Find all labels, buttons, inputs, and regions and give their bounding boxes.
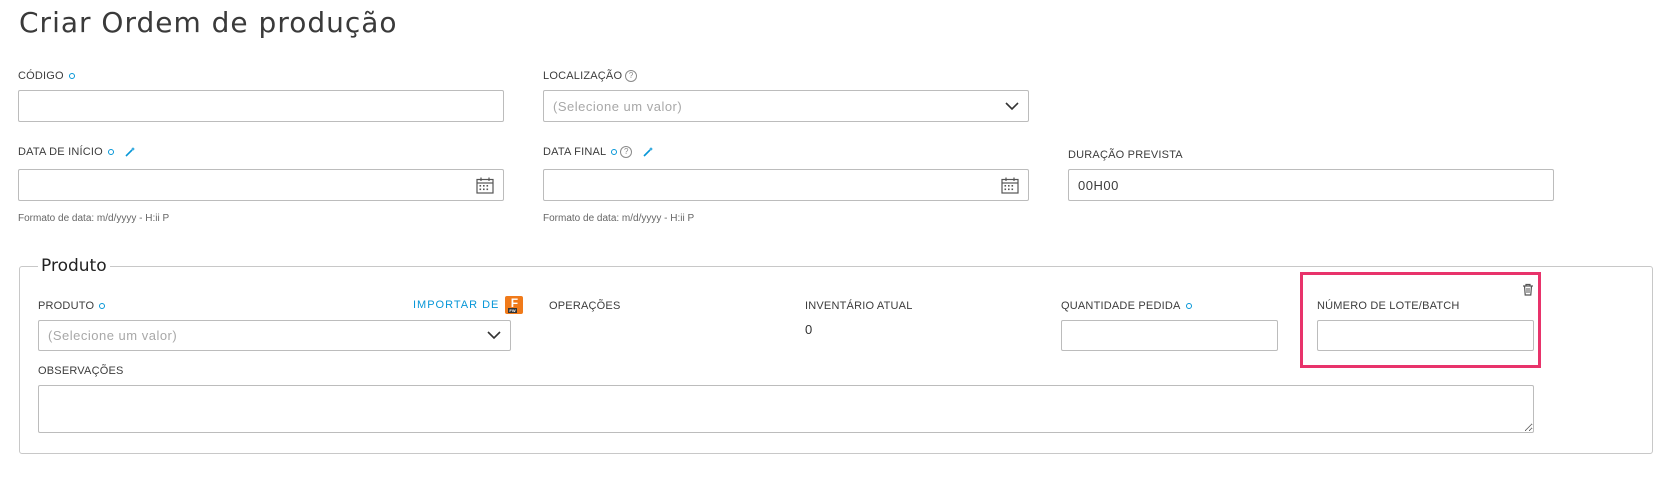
quantidade-label: QUANTIDADE PEDIDA	[1061, 300, 1192, 312]
data-final-format-hint: Formato de data: m/d/yyyy - H:ii P	[543, 213, 695, 224]
required-dot-icon	[99, 303, 106, 309]
required-dot-icon	[611, 149, 618, 155]
operacoes-label-text: OPERAÇÕES	[549, 300, 621, 312]
data-final-label-text: DATA FINAL	[543, 146, 607, 158]
data-inicio-input[interactable]	[18, 169, 504, 201]
observacoes-label: OBSERVAÇÕES	[38, 365, 124, 377]
inventario-label: INVENTÁRIO ATUAL	[805, 300, 913, 312]
lote-highlight-frame	[1300, 272, 1541, 368]
localizacao-label: LOCALIZAÇÃO ?	[543, 70, 638, 82]
data-final-input[interactable]	[543, 169, 1029, 201]
codigo-label-text: CÓDIGO	[18, 70, 64, 82]
data-inicio-field	[18, 169, 504, 201]
observacoes-label-text: OBSERVAÇÕES	[38, 365, 124, 377]
required-dot-icon	[68, 73, 75, 79]
duracao-label: DURAÇÃO PREVISTA	[1068, 149, 1183, 161]
localizacao-select[interactable]: (Selecione um valor)	[543, 90, 1029, 122]
help-icon[interactable]: ?	[625, 70, 638, 82]
magic-wand-icon[interactable]	[124, 146, 136, 158]
import-from-button[interactable]: IMPORTAR DE F FW	[413, 296, 524, 314]
required-dot-icon	[1185, 303, 1192, 309]
fusion-logo-sub: FW	[508, 308, 517, 313]
page-title: Criar Ordem de produção	[19, 6, 398, 39]
operacoes-label: OPERAÇÕES	[549, 300, 621, 312]
magic-wand-icon[interactable]	[642, 146, 654, 158]
produto-section-legend: Produto	[41, 256, 107, 276]
produto-placeholder: (Selecione um valor)	[48, 328, 178, 343]
chevron-down-icon	[487, 331, 501, 340]
observacoes-textarea[interactable]	[38, 385, 1534, 433]
localizacao-label-text: LOCALIZAÇÃO	[543, 70, 623, 82]
fusion-logo-icon: F FW	[505, 296, 524, 314]
localizacao-placeholder: (Selecione um valor)	[553, 98, 683, 114]
produto-label: PRODUTO	[38, 300, 106, 312]
data-final-field	[543, 169, 1029, 201]
duracao-input[interactable]	[1068, 169, 1554, 201]
import-from-label: IMPORTAR DE	[413, 299, 500, 311]
required-dot-icon	[107, 149, 114, 155]
help-icon[interactable]: ?	[620, 146, 633, 158]
inventario-value: 0	[805, 322, 813, 337]
data-inicio-label: DATA DE INÍCIO	[18, 146, 136, 158]
codigo-input[interactable]	[18, 90, 504, 122]
codigo-label: CÓDIGO	[18, 70, 75, 82]
data-final-label: DATA FINAL ?	[543, 146, 654, 158]
inventario-label-text: INVENTÁRIO ATUAL	[805, 300, 913, 312]
calendar-icon[interactable]	[476, 177, 494, 194]
duracao-label-text: DURAÇÃO PREVISTA	[1068, 149, 1183, 161]
data-inicio-format-hint: Formato de data: m/d/yyyy - H:ii P	[18, 213, 170, 224]
data-inicio-label-text: DATA DE INÍCIO	[18, 146, 103, 158]
quantidade-label-text: QUANTIDADE PEDIDA	[1061, 300, 1181, 312]
calendar-icon[interactable]	[1001, 177, 1019, 194]
produto-select[interactable]: (Selecione um valor)	[38, 320, 511, 351]
produto-label-text: PRODUTO	[38, 300, 95, 312]
quantidade-input[interactable]	[1061, 320, 1278, 351]
chevron-down-icon	[1005, 101, 1019, 110]
